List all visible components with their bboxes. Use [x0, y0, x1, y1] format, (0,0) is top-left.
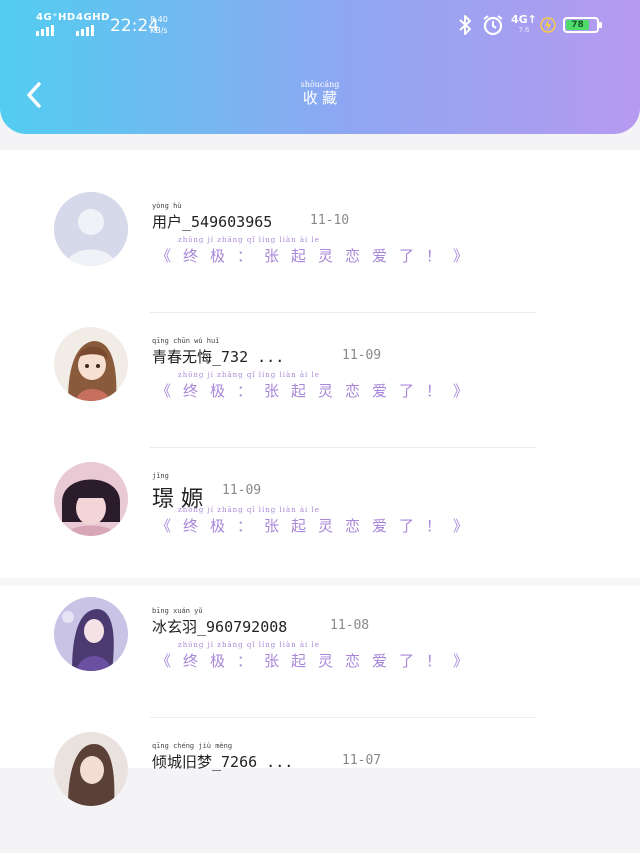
- favorite-date: 11-08: [330, 618, 370, 633]
- network-type-indicator: 4G↑ 7.6: [511, 13, 537, 34]
- status-bar: 4G⁺HD 4GHD 22:24 8.40 KB/s 4G↑ 7.6 78: [0, 8, 640, 42]
- network-speed: 8.40 KB/s: [150, 15, 168, 35]
- user-name[interactable]: bīng xuán yǔ 冰玄羽_960792008: [152, 607, 287, 637]
- user-name-pinyin: jǐng: [152, 472, 169, 480]
- default-user-icon: [54, 192, 128, 266]
- signal-bars-icon: [76, 25, 110, 36]
- favorites-list[interactable]: yòng hù 用户_549603965 11-10 zhōng jí zhān…: [0, 150, 640, 806]
- avatar[interactable]: [54, 462, 128, 536]
- user-name[interactable]: qīng chūn wú huǐ 青春无悔_732 ...: [152, 337, 284, 367]
- signal-2-indicator: 4GHD: [76, 12, 110, 36]
- list-item[interactable]: bīng xuán yǔ 冰玄羽_960792008 11-08 zhōng j…: [0, 583, 640, 718]
- page-title: 收shōu藏cáng: [0, 80, 640, 108]
- avatar[interactable]: [54, 597, 128, 671]
- favorite-title[interactable]: zhōng jí zhāng qǐ líng liàn ài le 《终极：张起…: [156, 236, 480, 266]
- page-title-text: 收shōu藏cáng: [300, 80, 340, 107]
- alarm-clock-icon: [483, 15, 503, 36]
- favorite-title[interactable]: zhōng jí zhāng qǐ líng liàn ài le 《终极：张起…: [156, 506, 480, 536]
- portrait-avatar-image: [54, 462, 128, 536]
- battery-icon: 78: [563, 17, 602, 33]
- signal-bars-icon: [36, 25, 76, 36]
- avatar[interactable]: [54, 732, 128, 806]
- list-item[interactable]: qīng chéng jiù mèng 倾城旧梦_7266 ... 11-07: [0, 718, 640, 853]
- girl-portrait-avatar-image: [54, 732, 128, 806]
- favorite-title-pinyin: zhōng jí zhāng qǐ líng liàn ài le: [178, 236, 320, 244]
- list-item[interactable]: qīng chūn wú huǐ 青春无悔_732 ... 11-09 zhōn…: [0, 313, 640, 448]
- list-item[interactable]: jǐng 璟 嫄 11-09 zhōng jí zhāng qǐ líng li…: [0, 448, 640, 586]
- list-item[interactable]: yòng hù 用户_549603965 11-10 zhōng jí zhān…: [0, 178, 640, 313]
- favorite-date: 11-07: [342, 753, 382, 768]
- bluetooth-icon: [459, 15, 471, 35]
- avatar[interactable]: [54, 327, 128, 401]
- user-name-pinyin: yòng hù: [152, 202, 182, 210]
- favorite-date: 11-09: [342, 348, 382, 363]
- favorite-title-pinyin: zhōng jí zhāng qǐ líng liàn ài le: [178, 371, 320, 379]
- signal-1-indicator: 4G⁺HD: [36, 12, 76, 36]
- favorite-date: 11-10: [310, 213, 350, 228]
- favorite-date: 11-09: [222, 483, 262, 498]
- user-name-pinyin: qīng chūn wú huǐ: [152, 337, 220, 345]
- power-saving-icon: [540, 17, 556, 33]
- avatar[interactable]: [54, 192, 128, 266]
- favorite-title-pinyin: zhōng jí zhāng qǐ líng liàn ài le: [178, 506, 320, 514]
- user-name[interactable]: yòng hù 用户_549603965: [152, 202, 272, 232]
- favorite-title-pinyin: zhōng jí zhāng qǐ líng liàn ài le: [178, 641, 320, 649]
- favorite-title[interactable]: zhōng jí zhāng qǐ líng liàn ài le 《终极：张起…: [156, 641, 480, 671]
- favorite-title[interactable]: zhōng jí zhāng qǐ líng liàn ài le 《终极：张起…: [156, 371, 480, 401]
- anime-girl-avatar-image: [54, 327, 128, 401]
- anime-character-avatar-image: [54, 597, 128, 671]
- user-name-pinyin: qīng chéng jiù mèng: [152, 742, 233, 750]
- user-name-pinyin: bīng xuán yǔ: [152, 607, 203, 615]
- battery-level: 78: [566, 20, 589, 30]
